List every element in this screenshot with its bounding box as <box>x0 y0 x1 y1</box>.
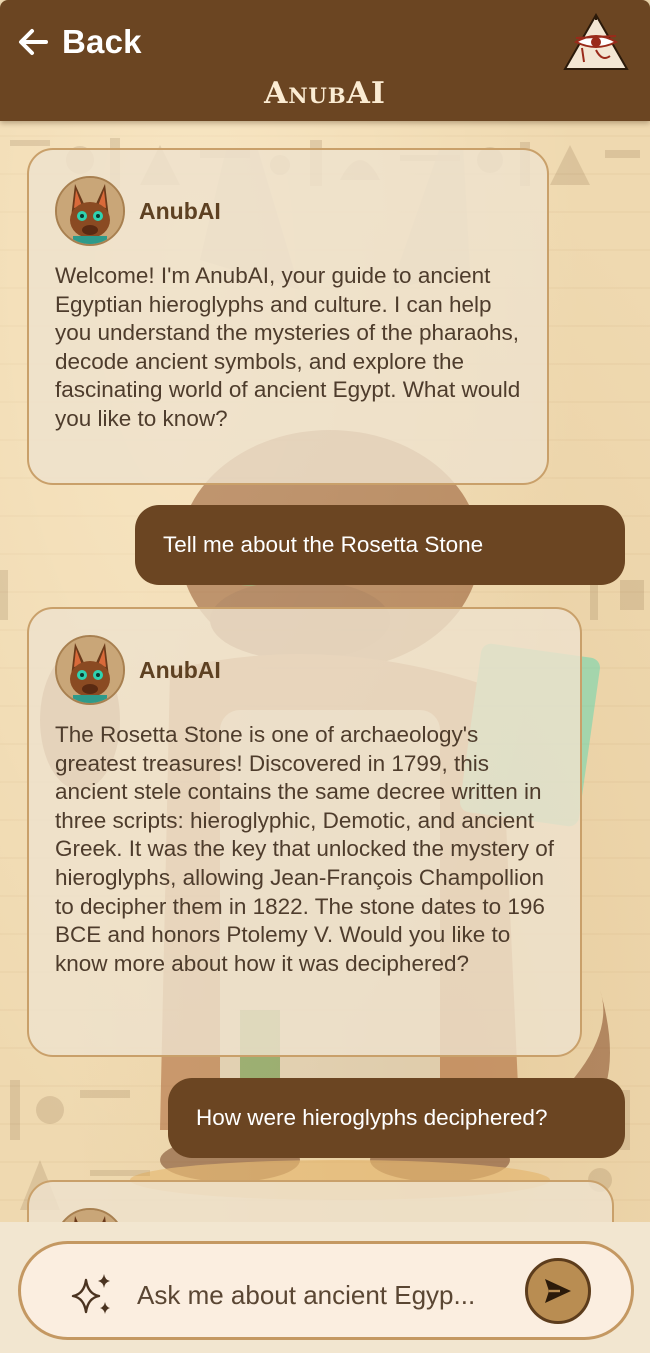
message-text: How were hieroglyphs deciphered? <box>196 1105 548 1130</box>
message-text: Welcome! I'm AnubAI, your guide to ancie… <box>55 263 521 431</box>
anubis-avatar-icon <box>57 637 123 703</box>
sender-name: AnubAI <box>139 197 221 224</box>
anubis-avatar-icon <box>57 178 123 244</box>
sparkle-icon <box>71 1274 110 1314</box>
app-title: AnubAI <box>264 76 386 111</box>
message-text: Tell me about the Rosetta Stone <box>163 532 484 557</box>
assistant-message <box>27 1180 614 1222</box>
message-header: AnubAI <box>55 176 521 246</box>
app-header: Back AnubAI <box>0 0 650 121</box>
assistant-message: AnubAI Welcome! I'm AnubAI, your guide t… <box>27 148 549 485</box>
user-message: How were hieroglyphs deciphered? <box>168 1078 625 1158</box>
chat-messages[interactable]: AnubAI Welcome! I'm AnubAI, your guide t… <box>0 121 650 1222</box>
message-composer <box>0 1222 650 1353</box>
anubis-avatar-icon <box>57 1210 123 1222</box>
message-text: The Rosetta Stone is one of archaeology'… <box>55 722 554 976</box>
message-input[interactable] <box>135 1268 519 1322</box>
send-icon <box>545 1279 571 1303</box>
message-header: AnubAI <box>55 635 554 705</box>
back-button[interactable]: Back <box>16 18 142 66</box>
send-button[interactable] <box>525 1258 591 1324</box>
assistant-message: AnubAI The Rosetta Stone is one of archa… <box>27 607 582 1057</box>
avatar <box>55 1208 125 1222</box>
input-container <box>18 1241 634 1340</box>
sender-name: AnubAI <box>139 656 221 683</box>
avatar <box>55 176 125 246</box>
message-header <box>55 1208 586 1222</box>
avatar <box>55 635 125 705</box>
back-label: Back <box>62 23 142 60</box>
user-message: Tell me about the Rosetta Stone <box>135 505 625 585</box>
eye-of-ra-pyramid-logo <box>563 12 629 70</box>
arrow-left-icon <box>19 29 48 55</box>
